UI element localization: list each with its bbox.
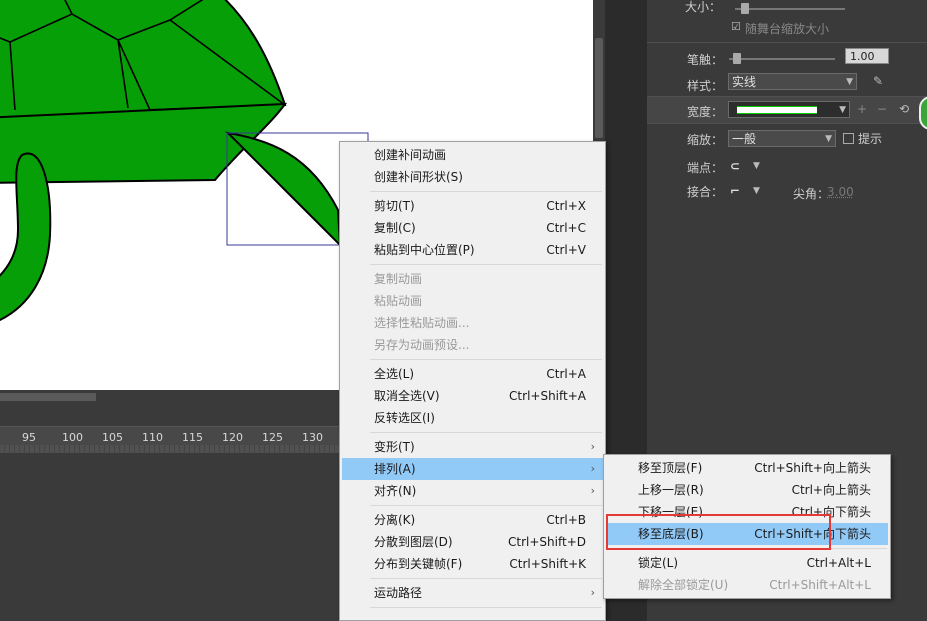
menu-item-motion-path[interactable]: 运动路径 › <box>342 582 603 604</box>
menu-item-select-all[interactable]: 全选(L) Ctrl+A <box>342 363 603 385</box>
menu-item-create-shape-tween[interactable]: 创建补间形状(S) <box>342 166 603 188</box>
miter-value[interactable]: 3.00 <box>827 185 854 199</box>
ruler-tick: 115 <box>182 431 203 444</box>
cap-label: 端点： <box>687 161 724 175</box>
chevron-right-icon: › <box>590 462 595 475</box>
menu-item-invert-selection[interactable]: 反转选区(I) <box>342 407 603 429</box>
ruler-tick: 125 <box>262 431 283 444</box>
miter-label: 尖角： <box>793 187 830 201</box>
menu-item-copy-motion: 复制动画 <box>374 272 423 286</box>
minus-icon[interactable]: − <box>877 102 887 116</box>
ruler-tick: 95 <box>22 431 36 444</box>
stroke-label: 笔触： <box>687 53 724 67</box>
submenu-item-unlock-all: 解除全部锁定(U) Ctrl+Shift+Alt+L <box>638 578 871 592</box>
chevron-right-icon: › <box>590 586 595 599</box>
size-label: 大小： <box>685 0 722 14</box>
ruler-tick: 110 <box>142 431 163 444</box>
width-label: 宽度： <box>687 105 724 119</box>
cap-style-icon[interactable]: ⊂ <box>730 159 740 173</box>
chevron-down-icon: ▼ <box>825 134 832 144</box>
chevron-right-icon: › <box>590 440 595 453</box>
scale-with-stage-label: 随舞台缩放大小 <box>745 22 830 36</box>
turtle-shell <box>0 0 287 120</box>
menu-item-transform[interactable]: 变形(T) › <box>342 436 603 458</box>
reset-icon[interactable]: ⟲ <box>899 102 909 116</box>
ruler-tick: 130 <box>302 431 323 444</box>
chevron-down-icon: ▼ <box>846 77 853 87</box>
join-label: 接合： <box>687 185 724 199</box>
menu-item-deselect-all[interactable]: 取消全选(V) Ctrl+Shift+A <box>342 385 603 407</box>
hint-label: 提示 <box>858 132 883 146</box>
scale-value: 一般 <box>732 132 757 146</box>
pencil-icon[interactable]: ✎ <box>873 74 883 88</box>
scale-label: 缩放： <box>687 133 724 147</box>
submenu-item-bring-forward[interactable]: 上移一层(R) Ctrl+向上箭头 <box>606 479 888 501</box>
menu-item-arrange[interactable]: 排列(A) › <box>342 458 603 480</box>
style-label: 样式： <box>687 79 724 93</box>
menu-item-create-motion-tween[interactable]: 创建补间动画 <box>342 144 603 166</box>
hint-checkbox[interactable] <box>843 133 854 144</box>
menu-item-align[interactable]: 对齐(N) › <box>342 480 603 502</box>
scale-dropdown[interactable]: 一般 ▼ <box>728 130 836 147</box>
annotation-highlight-box <box>606 514 831 550</box>
stroke-slider[interactable] <box>729 53 835 64</box>
chevron-down-icon[interactable]: ▼ <box>753 186 760 196</box>
chevron-right-icon: › <box>590 484 595 497</box>
size-slider[interactable] <box>735 3 845 14</box>
menu-item-distribute-to-keyframes[interactable]: 分布到关键帧(F) Ctrl+Shift+K <box>342 553 603 575</box>
chevron-down-icon: ▼ <box>839 105 846 115</box>
style-dropdown[interactable]: 实线 ▼ <box>728 73 857 90</box>
join-style-icon[interactable]: ⌐ <box>730 184 740 198</box>
menu-item-distribute-to-layers[interactable]: 分散到图层(D) Ctrl+Shift+D <box>342 531 603 553</box>
menu-item-cut[interactable]: 剪切(T) Ctrl+X <box>342 195 603 217</box>
context-menu: 创建补间动画 创建补间形状(S) 剪切(T) Ctrl+X 复制(C) Ctrl+C… <box>339 141 606 621</box>
style-value: 实线 <box>732 75 757 89</box>
chevron-down-icon[interactable]: ▼ <box>753 161 760 171</box>
menu-item-paste-motion-special: 选择性粘贴动画... <box>374 316 470 330</box>
plus-icon[interactable]: + <box>857 102 867 116</box>
menu-item-paste-center[interactable]: 粘贴到中心位置(P) Ctrl+V <box>342 239 603 261</box>
menu-item-break-apart[interactable]: 分离(K) Ctrl+B <box>342 509 603 531</box>
ruler-tick: 105 <box>102 431 123 444</box>
ruler-tick: 100 <box>62 431 83 444</box>
record-button-icon[interactable] <box>919 96 927 130</box>
stroke-value-input[interactable]: 1.00 <box>845 48 889 64</box>
submenu-item-lock[interactable]: 锁定(L) Ctrl+Alt+L <box>606 552 888 574</box>
ruler-tick: 120 <box>222 431 243 444</box>
submenu-item-bring-to-front[interactable]: 移至顶层(F) Ctrl+Shift+向上箭头 <box>606 457 888 479</box>
menu-item-paste-motion: 粘贴动画 <box>374 294 423 308</box>
width-profile-dropdown[interactable]: ▼ <box>728 101 850 118</box>
turtle-tail <box>225 131 342 248</box>
checkbox-icon[interactable]: ☑ <box>731 20 741 33</box>
menu-item-copy[interactable]: 复制(C) Ctrl+C <box>342 217 603 239</box>
menu-item-save-motion-preset: 另存为动画预设... <box>374 338 470 352</box>
